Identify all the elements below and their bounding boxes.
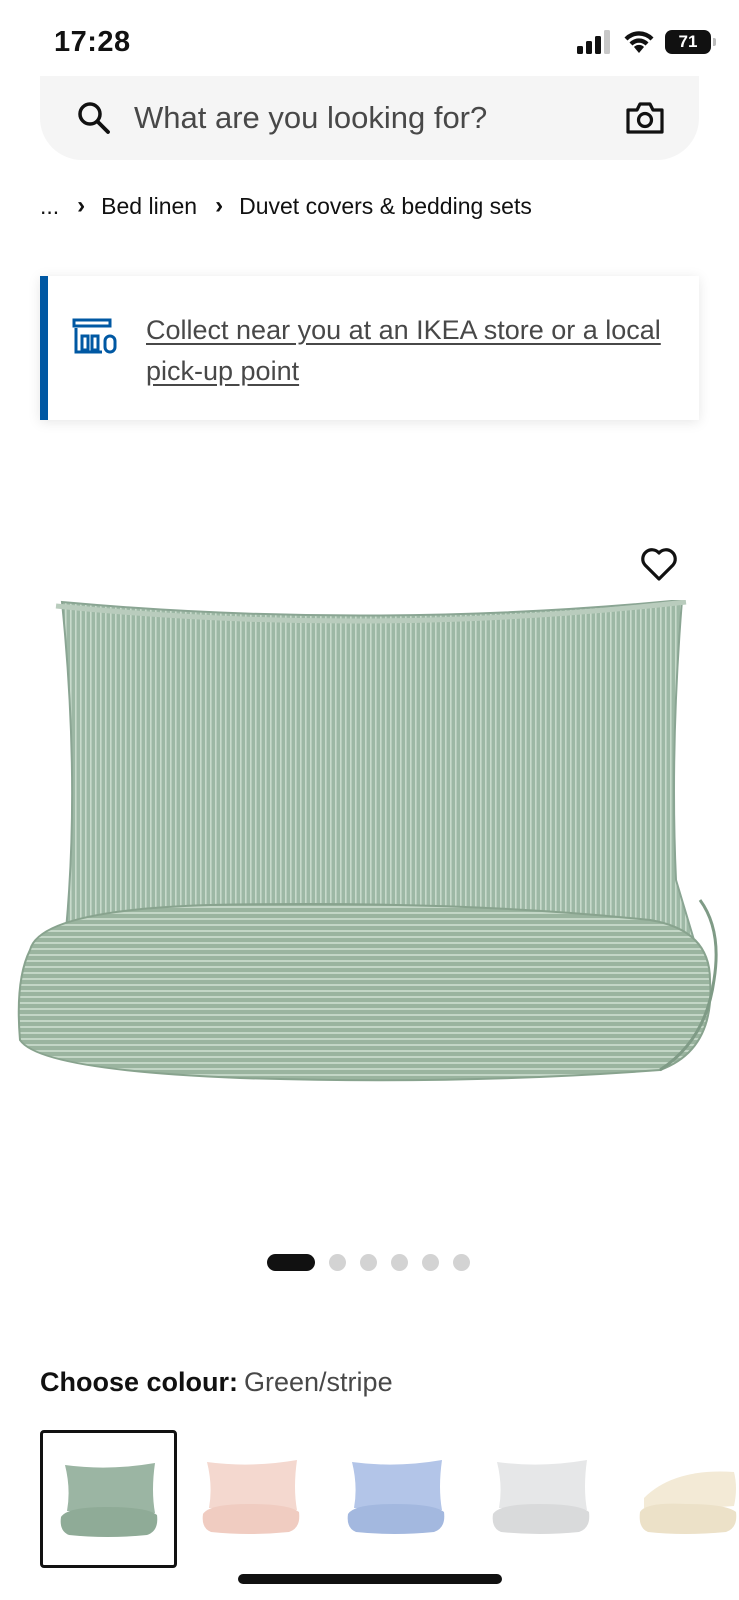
- carousel-dot[interactable]: [329, 1254, 346, 1271]
- chevron-right-icon: ›: [77, 192, 86, 219]
- breadcrumb-item-bed-linen[interactable]: Bed linen: [101, 193, 197, 220]
- swatch-blue-image: [347, 1460, 445, 1534]
- carousel-dot[interactable]: [453, 1254, 470, 1271]
- swatch-green-stripe[interactable]: [40, 1430, 177, 1568]
- swatch-pink[interactable]: [185, 1430, 322, 1568]
- pickup-banner: Collect near you at an IKEA store or a l…: [40, 276, 699, 420]
- status-icons: 71: [577, 30, 716, 54]
- search-input[interactable]: What are you looking for?: [134, 100, 625, 136]
- favourite-heart-icon[interactable]: [640, 546, 678, 582]
- collect-near-you-link[interactable]: Collect near you at an IKEA store or a l…: [146, 310, 669, 420]
- search-bar[interactable]: What are you looking for?: [40, 76, 699, 160]
- swatch-cream-image: [639, 1471, 737, 1534]
- swatch-pink-image: [202, 1460, 300, 1534]
- swatch-blue[interactable]: [330, 1430, 467, 1568]
- battery-icon: 71: [665, 30, 716, 54]
- swatch-green-stripe-image: [60, 1463, 158, 1537]
- store-pickup-icon: [72, 318, 117, 354]
- home-indicator[interactable]: [238, 1574, 502, 1584]
- status-time: 17:28: [54, 26, 131, 58]
- carousel-dot[interactable]: [267, 1254, 315, 1271]
- breadcrumb-item-duvet-covers[interactable]: Duvet covers & bedding sets: [239, 193, 532, 220]
- wifi-icon: [624, 31, 654, 53]
- battery-level: 71: [678, 32, 698, 51]
- selected-colour-value: Green/stripe: [244, 1367, 393, 1397]
- swatch-cream[interactable]: [620, 1430, 739, 1568]
- swatch-grey-image: [492, 1460, 590, 1534]
- search-icon: [78, 102, 110, 134]
- carousel-dot[interactable]: [422, 1254, 439, 1271]
- chevron-right-icon: ›: [215, 192, 224, 219]
- breadcrumb-ellipsis[interactable]: ...: [40, 193, 59, 220]
- carousel-dot[interactable]: [391, 1254, 408, 1271]
- colour-swatches: [40, 1430, 739, 1570]
- colour-selector-label: Choose colour: Green/stripe: [40, 1367, 393, 1398]
- breadcrumb: ... › Bed linen › Duvet covers & bedding…: [40, 192, 532, 220]
- product-image[interactable]: [10, 600, 730, 1100]
- status-bar: 17:28 71: [0, 0, 739, 88]
- choose-colour-label: Choose colour:: [40, 1367, 239, 1397]
- camera-icon[interactable]: [625, 100, 665, 136]
- cellular-signal-icon: [577, 30, 610, 54]
- swatch-grey[interactable]: [475, 1430, 612, 1568]
- carousel-dot[interactable]: [360, 1254, 377, 1271]
- carousel-pagination[interactable]: [267, 1254, 470, 1271]
